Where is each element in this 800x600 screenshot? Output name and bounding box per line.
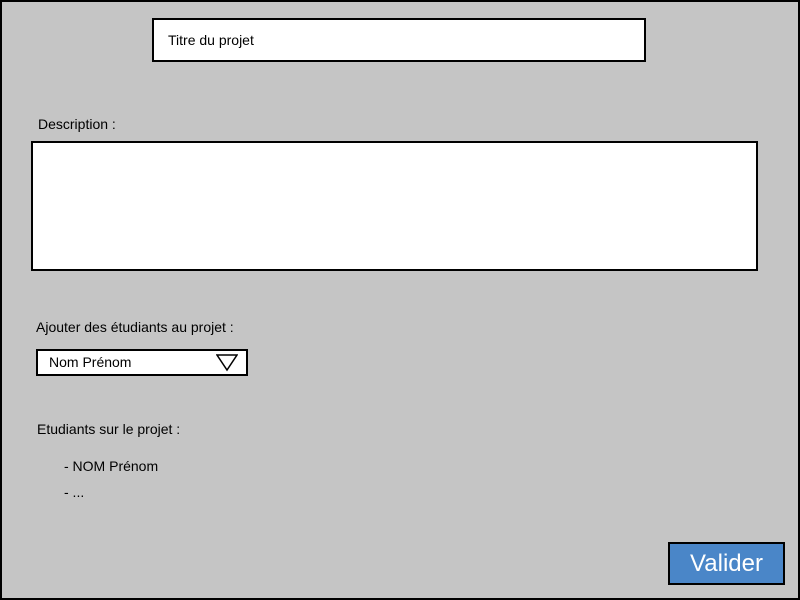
triangle-down-icon[interactable] <box>216 353 238 372</box>
student-select-value: Nom Prénom <box>49 354 132 370</box>
students-on-project-label: Etudiants sur le projet : <box>37 421 181 437</box>
project-form-window: Titre du projet Description : Ajouter de… <box>0 0 800 600</box>
student-select-dropdown[interactable]: Nom Prénom <box>36 349 248 376</box>
project-title-input[interactable]: Titre du projet <box>152 18 646 62</box>
validate-button[interactable]: Valider <box>668 542 785 585</box>
student-list-item: - ... <box>64 484 85 500</box>
description-textarea[interactable] <box>31 141 758 271</box>
description-label: Description : <box>38 116 116 132</box>
students-list: - NOM Prénom - ... <box>64 453 158 505</box>
add-students-label: Ajouter des étudiants au projet : <box>36 319 234 335</box>
student-list-item: - NOM Prénom <box>64 458 159 474</box>
